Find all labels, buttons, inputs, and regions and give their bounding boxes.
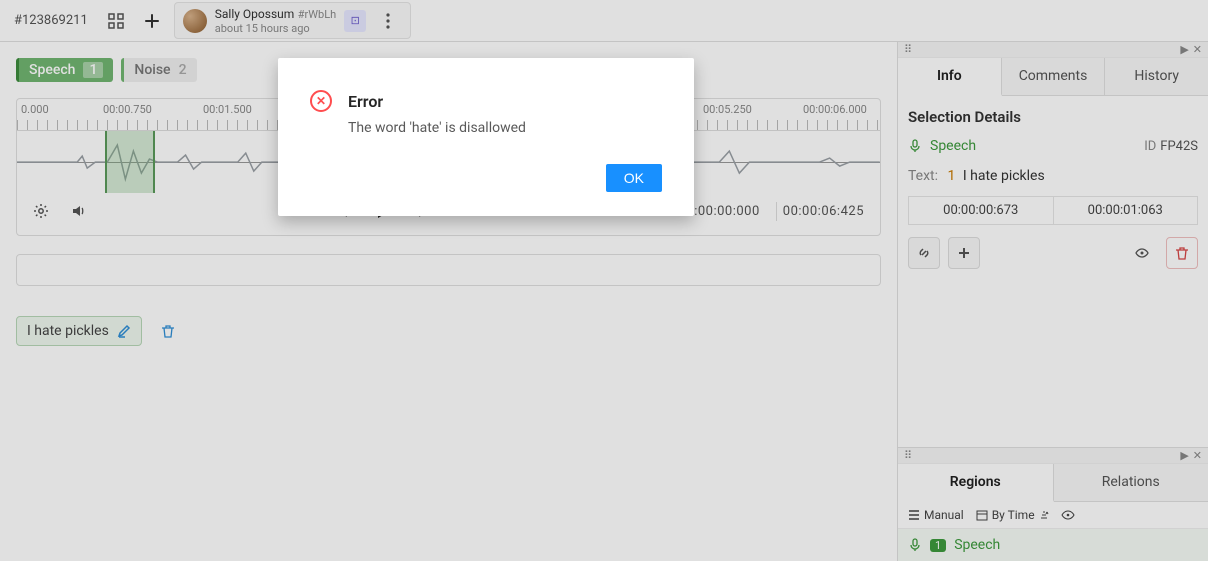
modal-message: The word 'hate' is disallowed	[348, 120, 662, 136]
error-icon: ✕	[310, 90, 332, 112]
error-modal: ✕ Error The word 'hate' is disallowed OK	[278, 58, 694, 216]
modal-title: Error	[348, 92, 383, 111]
ok-button[interactable]: OK	[606, 164, 662, 192]
